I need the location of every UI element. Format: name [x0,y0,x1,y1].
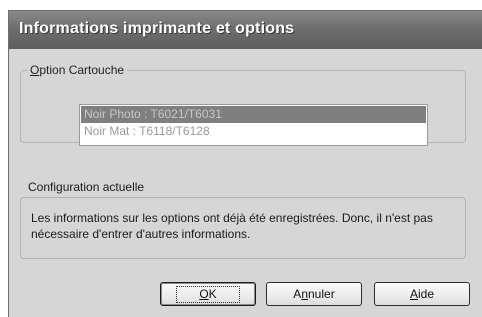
cancel-button-label: Annuler [293,287,335,301]
cartouche-group-label: Option Cartouche [30,63,125,77]
current-config-label: Configuration actuelle [28,180,145,194]
config-message-text: Les informations sur les options ont déj… [31,211,433,241]
help-button[interactable]: Aide [374,282,470,306]
list-item-noir-mat[interactable]: Noir Mat : T6118/T6128 [81,123,426,140]
title-bar[interactable]: Informations imprimante et options [9,11,482,50]
dialog-title: Informations imprimante et options [19,20,295,37]
cartouche-listbox[interactable]: Noir Photo : T6021/T6031 Noir Mat : T611… [79,104,428,146]
ok-button[interactable]: OK [160,282,256,306]
ok-button-label: OK [176,286,240,303]
dialog-window: Informations imprimante et options Optio… [8,10,482,317]
list-item-noir-photo[interactable]: Noir Photo : T6021/T6031 [81,106,426,123]
current-config-message: Les informations sur les options ont déj… [20,197,466,259]
help-button-label: Aide [409,287,435,301]
cancel-button[interactable]: Annuler [266,282,362,306]
cartouche-option-group: Option Cartouche Noir Photo : T6021/T603… [20,63,466,146]
dialog-body: Option Cartouche Noir Photo : T6021/T603… [9,49,482,317]
